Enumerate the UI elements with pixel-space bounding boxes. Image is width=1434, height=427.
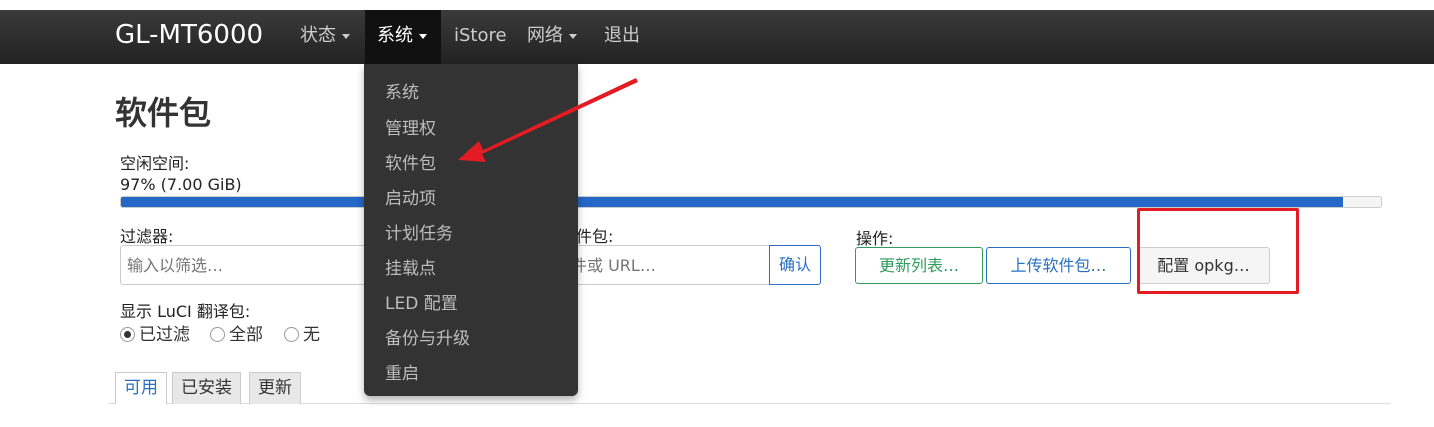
annotation-arrow: [458, 78, 638, 162]
annotation-arrow-shape: [458, 78, 638, 162]
